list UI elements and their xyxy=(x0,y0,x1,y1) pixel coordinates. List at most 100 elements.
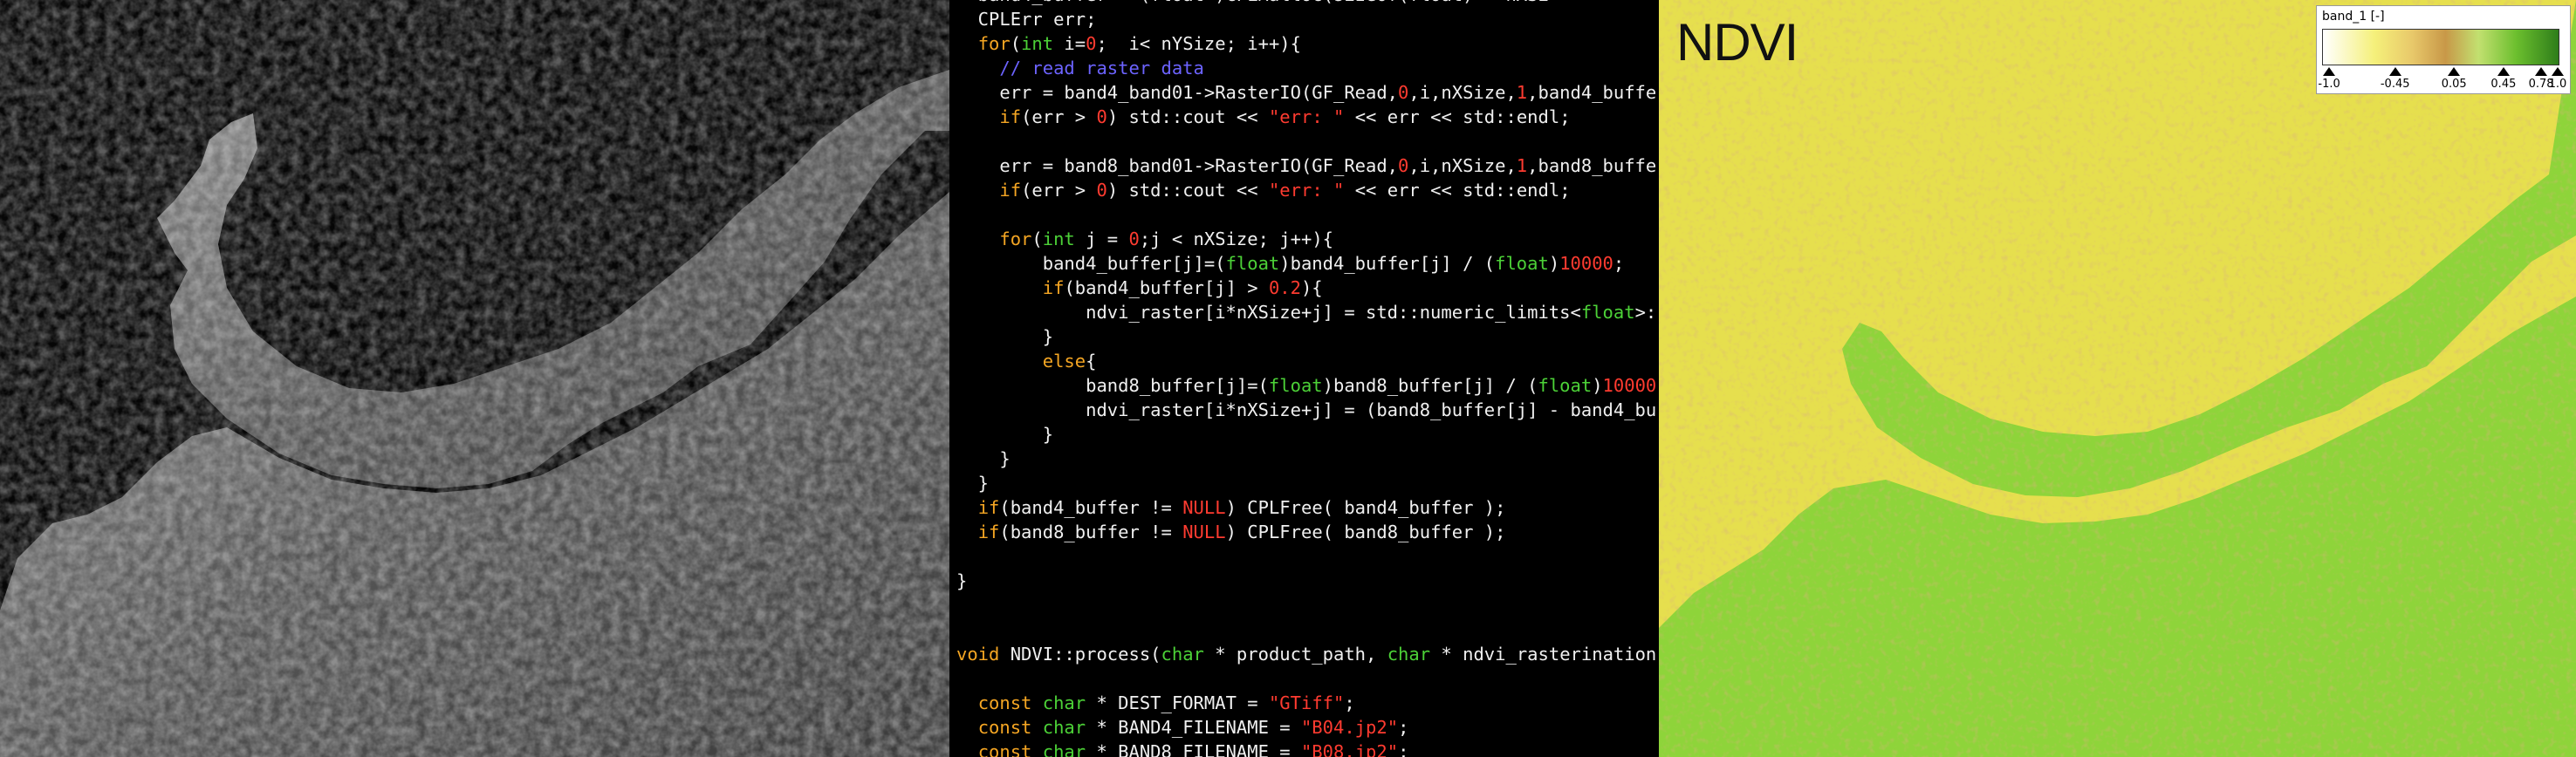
legend-tick-label: 0.45 xyxy=(2490,78,2517,91)
code-token: } xyxy=(956,570,968,591)
code-token: err = band4_band01->RasterIO(GF_Read, xyxy=(956,82,1399,103)
code-token: 0.2 xyxy=(1268,277,1301,298)
code-token: ( xyxy=(1010,33,1022,54)
ndvi-title: NDVI xyxy=(1676,13,1798,72)
legend-tick-label: -1.0 xyxy=(2318,78,2340,91)
ndvi-raster xyxy=(1659,0,2576,757)
code-token: } xyxy=(956,448,1011,469)
code-token: ){ xyxy=(1300,277,1323,298)
code-token: const xyxy=(977,741,1032,757)
code-token: 0 xyxy=(1086,33,1097,54)
code-line: band4_buffer = (float*)CPLMalloc(sizeof(… xyxy=(956,0,1655,7)
code-token: << err << std::endl; xyxy=(1344,180,1571,201)
code-token: else xyxy=(1042,351,1086,372)
code-token: for xyxy=(999,228,1032,249)
ndvi-map-panel[interactable]: NDVI xyxy=(1659,0,2576,757)
code-token: 0 xyxy=(1398,82,1409,103)
code-token: ,band4_buffe xyxy=(1527,82,1657,103)
code-token: 1 xyxy=(1516,82,1528,103)
code-token: 1 xyxy=(1516,155,1528,176)
legend-tick-marker xyxy=(2552,67,2564,76)
legend-title: band_1 [-] xyxy=(2322,10,2385,24)
code-token: ; xyxy=(1344,692,1355,713)
code-token: >: xyxy=(1634,302,1657,323)
code-token: "err: " xyxy=(1268,106,1345,127)
code-line: const char * BAND8_FILENAME = "B08.jp2"; xyxy=(956,740,1655,757)
code-token: "B08.jp2" xyxy=(1300,741,1399,757)
legend-tick-label: 0.05 xyxy=(2441,78,2467,91)
legend-tick-marker xyxy=(2497,67,2510,76)
code-line: if(band4_buffer[j] > 0.2){ xyxy=(956,276,1655,300)
satellite-image-panel xyxy=(0,0,949,757)
code-token: ) CPLFree( band4_buffer ); xyxy=(1225,497,1506,518)
code-token: float xyxy=(1580,302,1635,323)
code-token: band8_buffer[j]=( xyxy=(956,375,1269,396)
code-token: (band8_buffer != xyxy=(999,522,1183,542)
code-token: ,i,nXSize, xyxy=(1408,82,1517,103)
code-token: char xyxy=(1042,692,1086,713)
code-token: )band8_buffer[j] / ( xyxy=(1322,375,1538,396)
code-line: if(band4_buffer != NULL) CPLFree( band4_… xyxy=(956,495,1655,520)
code-token: band4_buffer = (float*)CPLMalloc(sizeof(… xyxy=(956,0,1549,5)
code-token: ( xyxy=(1031,228,1043,249)
legend-tick-marker xyxy=(2535,67,2548,76)
code-token: (band4_buffer[j] > xyxy=(1064,277,1269,298)
code-line: } xyxy=(956,324,1655,349)
code-line: } xyxy=(956,569,1655,593)
code-token: if xyxy=(999,106,1022,127)
code-token: * DEST_FORMAT = xyxy=(1086,692,1269,713)
code-token: 0 xyxy=(1096,180,1107,201)
code-token: if xyxy=(977,522,1000,542)
code-token: const xyxy=(977,692,1032,713)
code-token: const xyxy=(977,717,1032,738)
code-token: 0 xyxy=(1096,106,1107,127)
code-line: for(int i=0; i< nYSize; i++){ xyxy=(956,31,1655,56)
code-token: << err << std::endl; xyxy=(1344,106,1571,127)
code-token: } xyxy=(956,473,990,494)
legend-tick-marker xyxy=(2448,67,2461,76)
code-line: } xyxy=(956,422,1655,447)
code-token: char xyxy=(1042,717,1086,738)
code-line: // read raster data xyxy=(956,56,1655,80)
code-text[interactable]: band4_buffer = (float*)CPLMalloc(sizeof(… xyxy=(956,0,1657,757)
code-token: "B04.jp2" xyxy=(1300,717,1399,738)
code-token: ; xyxy=(1398,717,1409,738)
code-token: ; i< nYSize; i++){ xyxy=(1096,33,1301,54)
code-line: else{ xyxy=(956,349,1655,373)
legend-tick-marker xyxy=(2388,67,2401,76)
code-token: ) xyxy=(1592,375,1603,396)
code-token: * BAND4_FILENAME = xyxy=(1086,717,1301,738)
code-line: err = band8_band01->RasterIO(GF_Read,0,i… xyxy=(956,153,1656,178)
code-token: (err > xyxy=(1021,180,1097,201)
code-line: err = band4_band01->RasterIO(GF_Read,0,i… xyxy=(956,80,1657,105)
code-editor-panel[interactable]: band4_buffer = (float*)CPLMalloc(sizeof(… xyxy=(949,0,1659,757)
code-token: "err: " xyxy=(1268,180,1345,201)
code-token: ;j < nXSize; j++){ xyxy=(1139,228,1334,249)
code-token: 10000 xyxy=(1559,253,1613,274)
code-token: ,i,nXSize, xyxy=(1408,155,1517,176)
code-token: 0 xyxy=(1398,155,1409,176)
code-token: ) std::cout << xyxy=(1106,180,1269,201)
code-token: if xyxy=(1042,277,1065,298)
ndvi-legend: band_1 [-] -1.0 -0.45 0.05 0.45 0.78 1.0 xyxy=(2316,5,2571,94)
code-token: * BAND8_FILENAME = xyxy=(1086,741,1301,757)
code-token: char xyxy=(1387,644,1431,665)
code-token: ndvi_raster[i*nXSize+j] = std::numeric_l… xyxy=(956,302,1581,323)
code-line: ndvi_raster[i*nXSize+j] = std::numeric_l… xyxy=(956,300,1657,324)
code-token: ) xyxy=(1548,253,1560,274)
code-line: if(band8_buffer != NULL) CPLFree( band8_… xyxy=(956,520,1655,544)
